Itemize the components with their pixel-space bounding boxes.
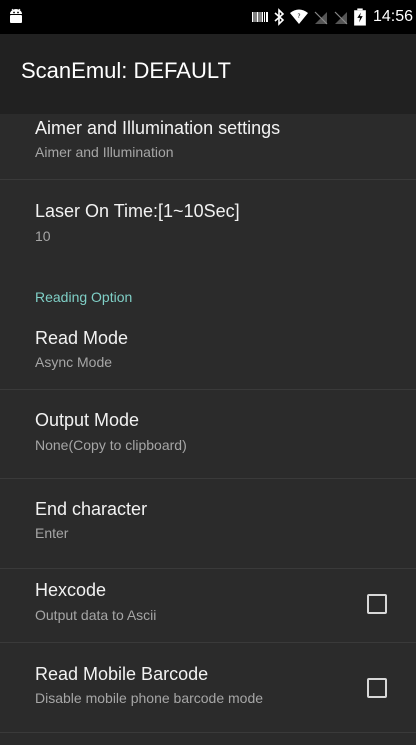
pref-title: Aimer and Illumination settings [35,118,281,138]
pref-summary: Enter [35,525,69,541]
pref-title: Read Mode [35,328,129,348]
category-reading-option: Reading Option [35,289,133,305]
no-sim-icon [314,11,328,25]
pref-title: Read Mobile Barcode [35,664,209,684]
pref-output-mode[interactable]: Output Mode None(Copy to clipboard) [0,390,416,479]
pref-summary: Output data to Ascii [35,607,157,623]
pref-read-mode[interactable]: Read Mode Async Mode [0,308,416,390]
pref-summary: Async Mode [35,354,113,370]
no-sim-icon [334,11,348,25]
pref-aimer-illumination[interactable]: Aimer and Illumination settings Aimer an… [0,114,416,180]
pref-title: Hexcode [35,580,107,600]
pref-summary: 10 [35,228,51,244]
pref-title: Output Mode [35,410,140,430]
app-title: ScanEmul: DEFAULT [21,58,231,83]
pref-title: End character [35,499,148,519]
mobile-barcode-checkbox[interactable] [367,678,387,698]
pref-hexcode[interactable]: Hexcode Output data to Ascii [0,569,416,643]
pref-laser-on-time[interactable]: Laser On Time:[1~10Sec] 10 [0,180,416,268]
svg-text:?: ? [297,13,300,20]
bluetooth-icon [274,8,285,26]
wifi-icon: ? [289,9,308,24]
preference-list[interactable]: Aimer and Illumination settings Aimer an… [0,114,416,745]
battery-charging-icon [354,8,366,26]
pref-title: Laser On Time:[1~10Sec] [35,201,240,221]
pref-end-character[interactable]: End character Enter [0,479,416,569]
pref-summary: None(Copy to clipboard) [35,437,187,453]
pref-read-mobile-barcode[interactable]: Read Mobile Barcode Disable mobile phone… [0,643,416,733]
status-icons: ? 14:56 [247,6,413,28]
pref-summary: Disable mobile phone barcode mode [35,690,264,706]
barcode-icon [251,12,268,22]
app-bar: ScanEmul: DEFAULT [0,34,416,114]
android-icon [10,8,22,23]
status-time: 14:56 [372,8,413,25]
hexcode-checkbox[interactable] [367,594,387,614]
pref-summary: Aimer and Illumination [35,144,174,160]
status-bar: ? 14:56 [0,0,416,34]
